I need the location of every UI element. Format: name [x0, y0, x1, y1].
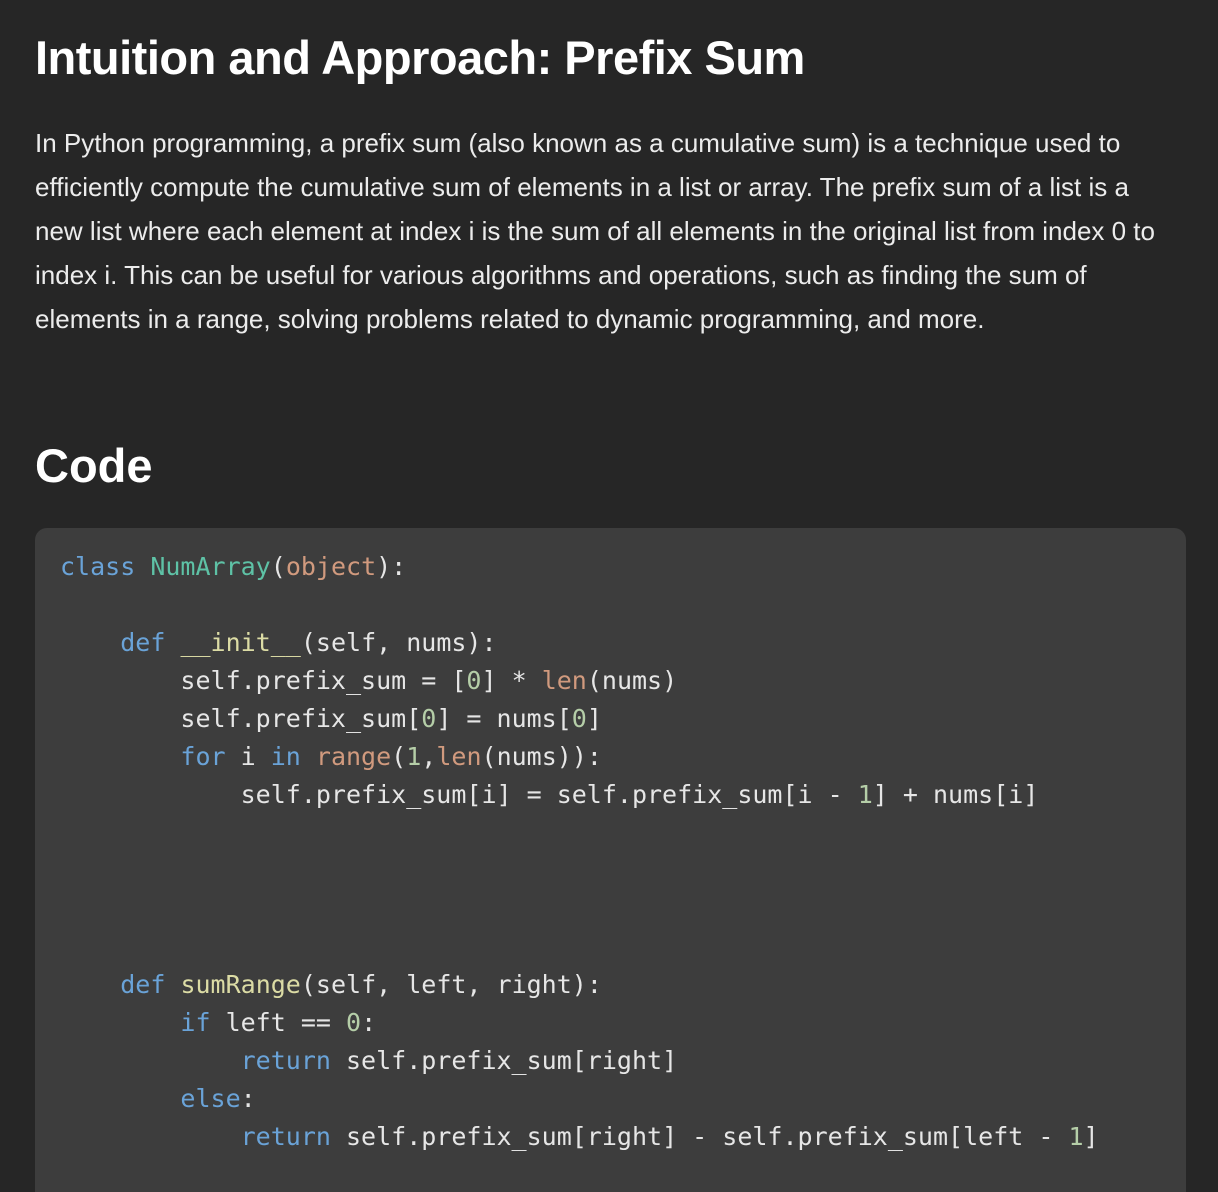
code-line-9: return self.prefix_sum[right]	[240, 1046, 678, 1075]
code-line-3: self.prefix_sum = [0] * len(nums)	[180, 666, 678, 695]
code-line-1: class NumArray(object):	[60, 552, 407, 581]
code-line-11: return self.prefix_sum[right] - self.pre…	[240, 1122, 1099, 1151]
code-line-6: self.prefix_sum[i] = self.prefix_sum[i -…	[240, 780, 1039, 809]
code-heading: Code	[35, 439, 153, 492]
code-block[interactable]: class NumArray(object): def __init__(sel…	[35, 528, 1186, 1192]
code-line-8: if left == 0:	[180, 1008, 377, 1037]
code-line-10: else:	[180, 1084, 256, 1113]
code-line-2: def __init__(self, nums):	[120, 628, 497, 657]
code-line-5: for i in range(1,len(nums)):	[180, 742, 602, 771]
page-title: Intuition and Approach: Prefix Sum	[35, 31, 805, 84]
code-line-7: def sumRange(self, left, right):	[120, 970, 602, 999]
intro-paragraph: In Python programming, a prefix sum (als…	[35, 128, 1155, 334]
code-line-4: self.prefix_sum[0] = nums[0]	[180, 704, 602, 733]
